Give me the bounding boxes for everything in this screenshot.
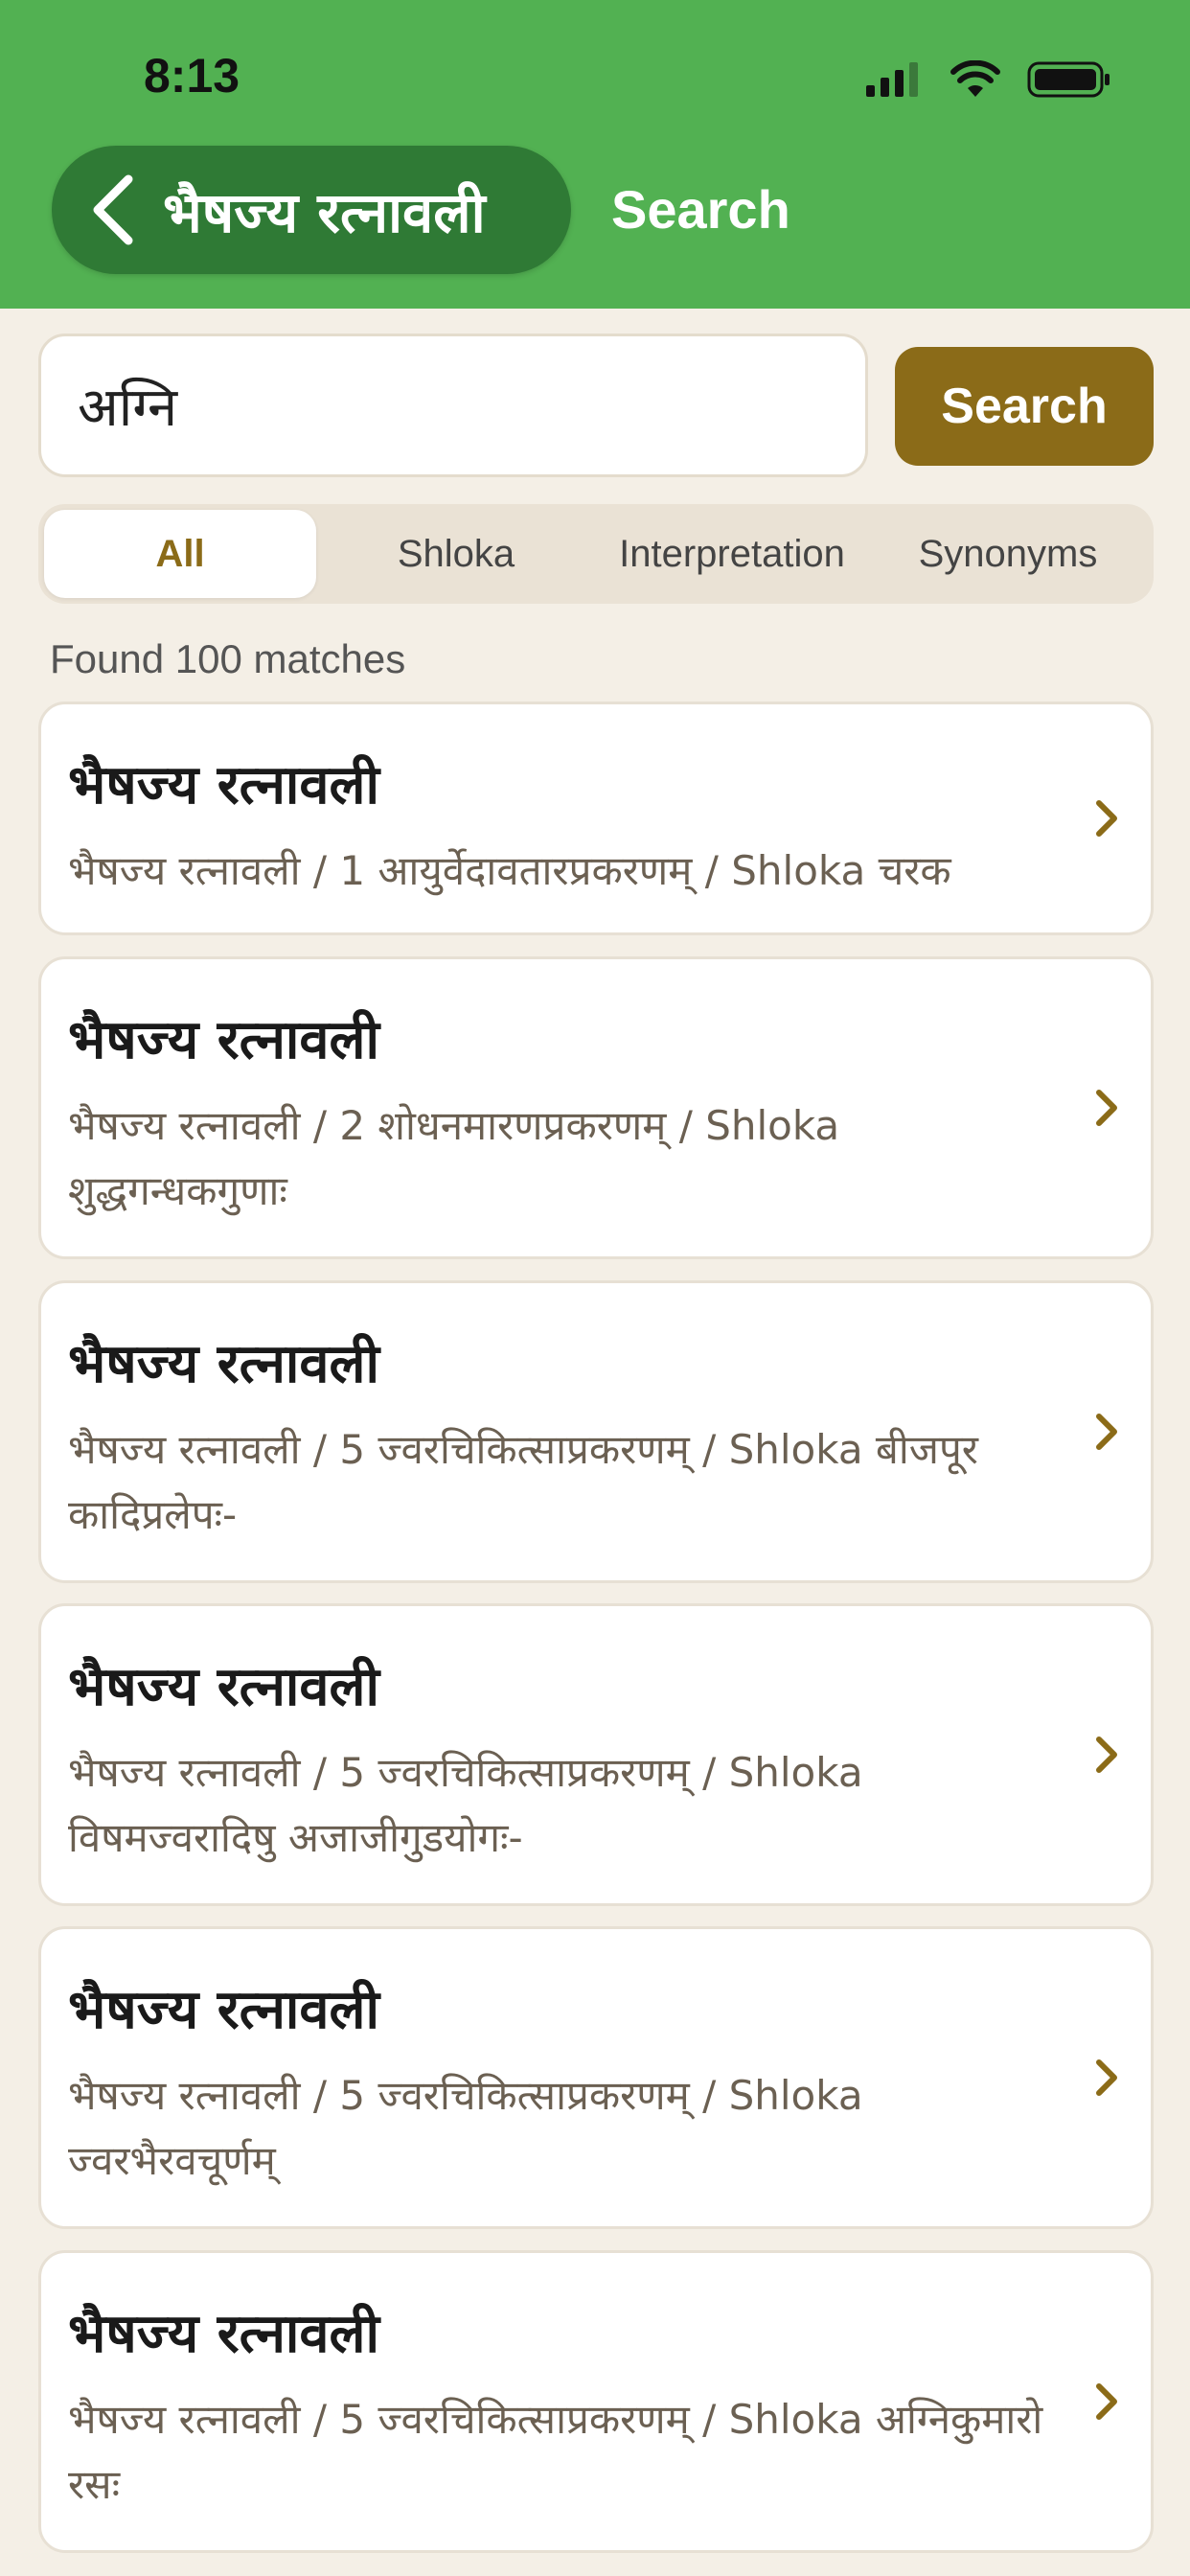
result-subtitle: भैषज्य रत्नावली / 5 ज्वरचिकित्साप्रकरणम्… [68,1426,978,1538]
chevron-right-icon [1096,2383,1117,2420]
app-header: 8:13 भैषज्य रत्नावली Search [0,0,1190,309]
result-subtitle: भैषज्य रत्नावली / 5 ज्वरचिकित्साप्रकरणम्… [68,1749,863,1861]
chevron-left-icon [93,174,133,245]
result-title: भैषज्य रत्नावली [68,1009,380,1071]
result-card[interactable]: भैषज्य रत्नावली भैषज्य रत्नावली / 1 आयुर… [38,702,1154,935]
filter-segmented-control: All Shloka Interpretation Synonyms [38,504,1154,604]
chevron-right-icon [1096,1090,1117,1126]
status-time: 8:13 [144,49,240,103]
tab-interpretation[interactable]: Interpretation [596,510,868,598]
cellular-signal-icon [866,62,918,97]
result-title: भैषज्य रत्नावली [68,754,380,816]
chevron-right-icon [1096,1414,1117,1450]
result-card[interactable]: भैषज्य रत्नावली भैषज्य रत्नावली / 5 ज्वर… [38,1280,1154,1583]
result-subtitle: भैषज्य रत्नावली / 1 आयुर्वेदावतारप्रकरणम… [68,847,951,894]
result-title: भैषज्य रत्नावली [68,1656,380,1718]
search-button[interactable]: Search [895,347,1154,466]
back-button-label: भैषज्य रत्नावली [163,179,486,245]
search-input[interactable] [38,334,868,477]
results-count: Found 100 matches [50,636,406,681]
chevron-right-icon [1096,800,1117,837]
chevron-right-icon [1096,1736,1117,1773]
wifi-icon [950,60,1000,97]
result-title: भैषज्य रत्नावली [68,1333,380,1395]
battery-icon [1027,61,1110,98]
tab-all[interactable]: All [44,510,316,598]
chevron-right-icon [1096,2059,1117,2096]
result-card[interactable]: भैषज्य रत्नावली भैषज्य रत्नावली / 2 शोधन… [38,956,1154,1259]
result-card[interactable]: भैषज्य रत्नावली भैषज्य रत्नावली / 5 ज्वर… [38,1603,1154,1906]
result-subtitle: भैषज्य रत्नावली / 5 ज्वरचिकित्साप्रकरणम्… [68,2072,863,2184]
result-card[interactable]: भैषज्य रत्नावली भैषज्य रत्नावली / 5 ज्वर… [38,2250,1154,2553]
result-subtitle: भैषज्य रत्नावली / 2 शोधनमारणप्रकरणम् / S… [68,1102,840,1214]
result-subtitle: भैषज्य रत्नावली / 5 ज्वरचिकित्साप्रकरणम्… [68,2396,1043,2508]
back-button[interactable]: भैषज्य रत्नावली [52,146,571,274]
tab-synonyms[interactable]: Synonyms [872,510,1144,598]
page-title: Search [611,179,790,240]
result-title: भैषज्य रत्नावली [68,1979,380,2041]
tab-shloka[interactable]: Shloka [320,510,592,598]
result-card[interactable]: भैषज्य रत्नावली भैषज्य रत्नावली / 5 ज्वर… [38,1926,1154,2229]
result-title: भैषज्य रत्नावली [68,2303,380,2365]
status-icons [866,59,1111,100]
